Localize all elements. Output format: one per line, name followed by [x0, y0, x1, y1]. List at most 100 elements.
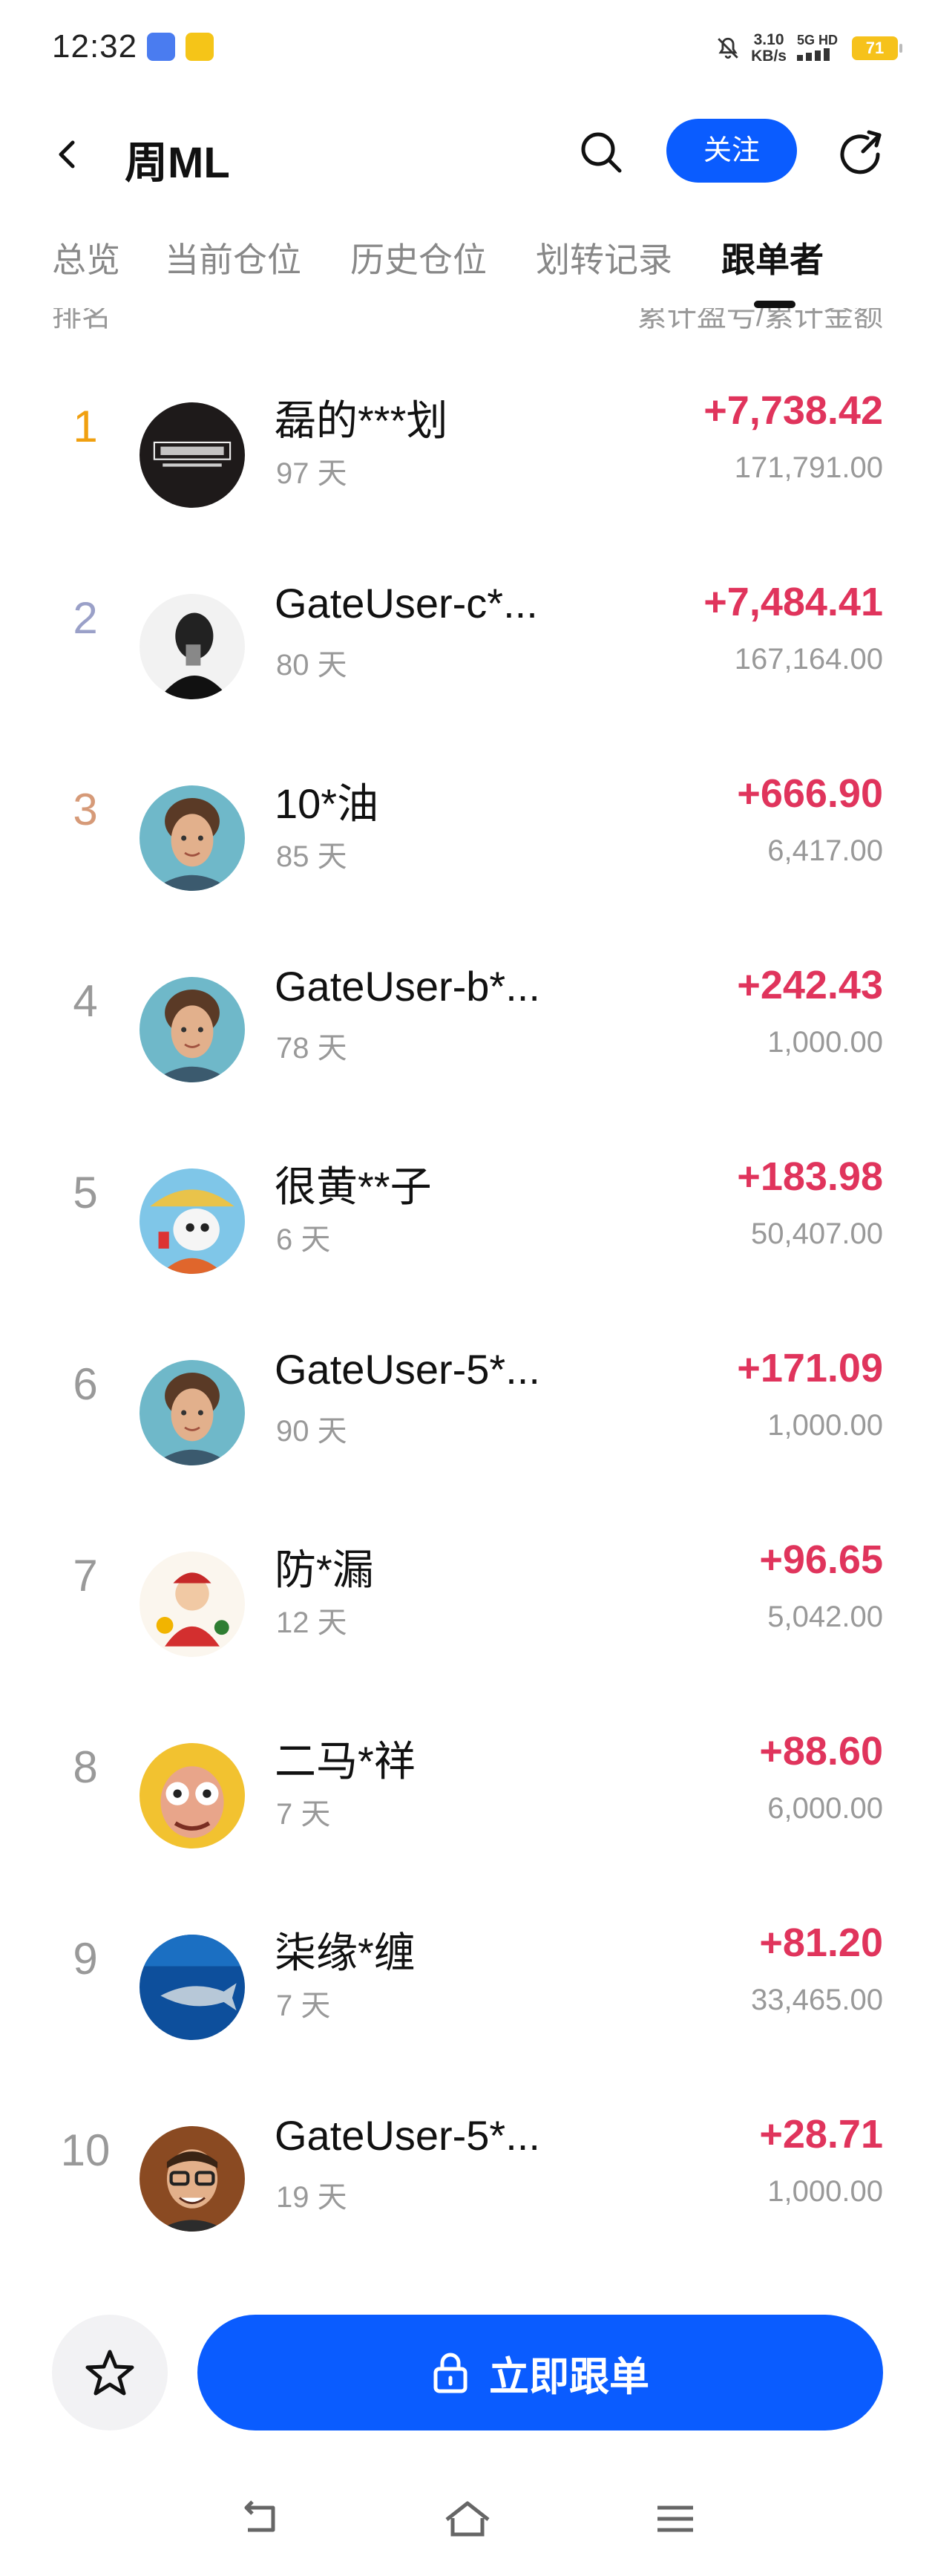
- tab-bar: 总览 当前仓位 历史仓位 划转记录 跟单者: [0, 223, 935, 312]
- follower-days: 85 天: [276, 840, 347, 873]
- follower-days: 12 天: [276, 1606, 347, 1639]
- follower-row[interactable]: 3 10*油 85 天 +666.90 6,417.00: [0, 747, 935, 938]
- follower-pnl: +7,484.41: [703, 580, 883, 624]
- notification-app-icon: [147, 33, 175, 61]
- follower-days: 90 天: [276, 1415, 347, 1448]
- tab-followers[interactable]: 跟单者: [721, 233, 824, 282]
- avatar: [140, 785, 245, 891]
- follower-rank: 7: [73, 1551, 98, 1601]
- avatar: [140, 594, 245, 699]
- follower-amount: 5,042.00: [767, 1601, 883, 1633]
- follower-name: 磊的***划: [275, 397, 448, 444]
- follower-rank: 5: [73, 1168, 98, 1217]
- follower-rank: 3: [73, 785, 98, 834]
- follower-amount: 33,465.00: [751, 1984, 883, 2016]
- signal-icon: [797, 48, 830, 61]
- follower-row[interactable]: 5 很黄**子 6 天 +183.98 50,407.00: [0, 1130, 935, 1321]
- follower-pnl: +242.43: [737, 963, 883, 1007]
- copy-trade-button[interactable]: 立即跟单: [197, 2315, 883, 2430]
- follower-name: GateUser-c*...: [275, 580, 538, 627]
- back-nav-icon[interactable]: [232, 2493, 291, 2545]
- follower-name: 二马*祥: [275, 1738, 416, 1785]
- favorite-button[interactable]: [52, 2315, 168, 2430]
- tab-overview[interactable]: 总览: [52, 233, 120, 282]
- follower-name: GateUser-b*...: [275, 963, 540, 1010]
- tab-history-positions[interactable]: 历史仓位: [350, 233, 487, 282]
- avatar: [140, 1552, 245, 1657]
- avatar: [140, 402, 245, 508]
- tab-current-positions[interactable]: 当前仓位: [165, 233, 301, 282]
- search-icon[interactable]: [575, 126, 627, 178]
- follower-amount: 1,000.00: [767, 1026, 883, 1059]
- net-speed: 3.10 KB/s: [751, 31, 787, 65]
- follower-days: 80 天: [276, 649, 347, 681]
- network-indicator: 5G HD: [797, 33, 842, 64]
- share-icon[interactable]: [835, 126, 888, 180]
- follower-pnl: +7,738.42: [703, 388, 883, 433]
- system-nav-bar: [0, 2465, 935, 2576]
- follower-amount: 1,000.00: [767, 2175, 883, 2208]
- tab-transfer-records[interactable]: 划转记录: [536, 233, 672, 282]
- avatar: [140, 1935, 245, 2040]
- follower-amount: 167,164.00: [734, 643, 883, 676]
- follower-row[interactable]: 7 防*漏 12 天 +96.65 5,042.00: [0, 1513, 935, 1704]
- lock-icon: [433, 2353, 468, 2393]
- follower-rank: 6: [73, 1359, 98, 1409]
- follower-days: 97 天: [276, 457, 347, 490]
- rank-column-label: 排名: [52, 308, 111, 333]
- follower-row[interactable]: 1 磊的***划 97 天 +7,738.42 171,791.00: [0, 364, 935, 555]
- follower-days: 78 天: [276, 1032, 347, 1065]
- avatar: [140, 1743, 245, 1848]
- follower-days: 7 天: [276, 1798, 331, 1831]
- follower-name: GateUser-5*...: [275, 1346, 540, 1393]
- follower-row[interactable]: 9 柒缘*缠 7 天 +81.20 33,465.00: [0, 1896, 935, 2088]
- follower-rank: 10: [60, 2125, 111, 2175]
- follower-rank: 2: [73, 593, 98, 643]
- pnl-column-label: 累计盈亏/累计金额: [637, 308, 883, 333]
- mute-icon: [718, 37, 738, 59]
- follower-row[interactable]: 2 GateUser-c*... 80 天 +7,484.41 167,164.…: [0, 555, 935, 747]
- follower-row[interactable]: 4 GateUser-b*... 78 天 +242.43 1,000.00: [0, 938, 935, 1130]
- copy-trade-label: 立即跟单: [489, 2354, 649, 2399]
- follower-name: 防*漏: [275, 1546, 374, 1593]
- home-nav-icon[interactable]: [438, 2493, 497, 2545]
- app-screen: { "status_bar": { "time": "12:32", "net_…: [0, 0, 935, 2576]
- follower-amount: 171,791.00: [734, 451, 883, 484]
- follower-pnl: +81.20: [759, 1920, 883, 1965]
- follower-amount: 50,407.00: [751, 1217, 883, 1250]
- follower-name: 柒缘*缠: [275, 1929, 416, 1976]
- star-icon: [85, 2350, 134, 2396]
- notification-app-icon: [186, 33, 214, 61]
- page-title: 周ML: [125, 139, 230, 187]
- follower-amount: 6,417.00: [767, 834, 883, 867]
- follower-days: 6 天: [276, 1223, 331, 1256]
- battery-indicator: 71: [852, 36, 902, 60]
- follower-rank: 8: [73, 1742, 98, 1792]
- follower-row[interactable]: 6 GateUser-5*... 90 天 +171.09 1,000.00: [0, 1321, 935, 1513]
- menu-nav-icon[interactable]: [646, 2493, 705, 2545]
- follower-name: 很黄**子: [275, 1163, 432, 1210]
- follower-amount: 6,000.00: [767, 1792, 883, 1825]
- app-header: 周ML 关注: [0, 111, 935, 200]
- active-tab-indicator: [754, 301, 795, 308]
- avatar: [140, 2126, 245, 2232]
- status-bar: 12:32 3.10 KB/s 5G HD 71: [0, 0, 935, 97]
- follower-rank: 1: [73, 402, 98, 451]
- follower-rank: 9: [73, 1934, 98, 1984]
- follower-name: GateUser-5*...: [275, 2112, 540, 2159]
- follower-row[interactable]: 8 二马*祥 7 天 +88.60 6,000.00: [0, 1704, 935, 1896]
- status-time: 12:32: [52, 28, 138, 65]
- follower-rank: 4: [73, 976, 98, 1026]
- follower-row[interactable]: 10 GateUser-5*... 19 天 +28.71 1,000.00: [0, 2088, 935, 2279]
- follower-pnl: +666.90: [737, 771, 883, 816]
- follower-days: 19 天: [276, 2181, 347, 2214]
- follower-pnl: +28.71: [759, 2112, 883, 2157]
- follower-pnl: +171.09: [737, 1346, 883, 1390]
- follower-pnl: +96.65: [759, 1537, 883, 1582]
- avatar: [140, 977, 245, 1082]
- follow-button[interactable]: 关注: [666, 119, 797, 183]
- avatar: [140, 1168, 245, 1274]
- follower-amount: 1,000.00: [767, 1409, 883, 1442]
- follower-name: 10*油: [275, 780, 379, 827]
- back-arrow-icon[interactable]: [45, 132, 89, 177]
